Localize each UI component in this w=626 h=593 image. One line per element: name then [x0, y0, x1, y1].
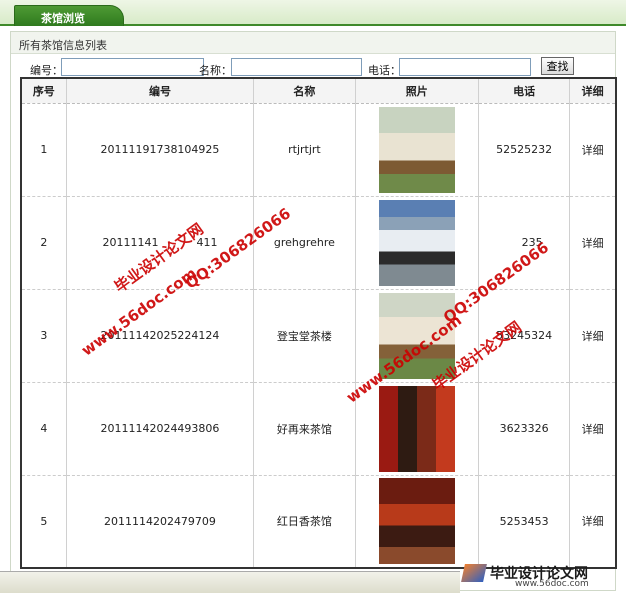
row-code-head: 20111141 [102, 236, 159, 249]
row-code: 20111191738104925 [66, 103, 255, 197]
row-seq: 4 [21, 382, 67, 476]
teahouse-courtyard-photo[interactable] [378, 106, 455, 193]
table-row: 5 2011114202479709 红日香茶馆 5253453 详细 [21, 475, 617, 569]
row-phone: 3623326 [478, 382, 571, 476]
id-label: 编号： [30, 64, 63, 77]
row-seq: 5 [21, 475, 67, 569]
panel-caption: 所有茶馆信息列表 [11, 32, 615, 54]
row-name: rtjrtjrt [253, 103, 356, 197]
row-code: 2011114202479709 [66, 475, 255, 569]
header-code: 编号 [66, 78, 255, 104]
teahouse-hall-red-photo[interactable] [378, 478, 455, 565]
logo-icon [461, 564, 487, 582]
row-photo-cell [355, 196, 480, 290]
bottom-status-bar [0, 571, 460, 593]
teahouse-interior-red-photo[interactable] [378, 385, 455, 472]
detail-link[interactable]: 详细 [569, 289, 617, 383]
id-search-input[interactable] [61, 58, 204, 76]
row-photo-cell [355, 103, 480, 197]
header-detail: 详细 [569, 78, 617, 104]
search-bar: 编号： 名称： 电话： 查找 [11, 56, 615, 78]
content-panel: 所有茶馆信息列表 编号： 名称： 电话： 查找 序号 编号 名称 照片 电话 详… [10, 31, 617, 591]
detail-link[interactable]: 详细 [569, 382, 617, 476]
row-seq: 1 [21, 103, 67, 197]
table-row: 2 20111141 411 grehgrehre 235 详细 [21, 196, 617, 290]
detail-link[interactable]: 详细 [569, 475, 617, 569]
tab-teahouse-browse[interactable]: 茶馆浏览 [14, 5, 124, 26]
row-name: 好再来茶馆 [253, 382, 356, 476]
row-name: 登宝堂茶楼 [253, 289, 356, 383]
table-row: 1 20111191738104925 rtjrtjrt 52525232 详细 [21, 103, 617, 197]
name-search-input[interactable] [231, 58, 362, 76]
phone-label: 电话： [368, 64, 401, 77]
detail-link[interactable]: 详细 [569, 103, 617, 197]
top-bar: 茶馆浏览 [0, 0, 626, 26]
row-phone: 52525232 [478, 103, 571, 197]
row-phone: 5253453 [478, 475, 571, 569]
table-header-row: 序号 编号 名称 照片 电话 详细 [21, 78, 617, 104]
row-photo-cell [355, 475, 480, 569]
name-label: 名称： [199, 64, 232, 77]
search-button[interactable]: 查找 [541, 57, 574, 75]
row-name: grehgrehre [253, 196, 356, 290]
logo-url: www.56doc.com [515, 579, 589, 589]
detail-link[interactable]: 详细 [569, 196, 617, 290]
header-name: 名称 [253, 78, 356, 104]
table-row: 4 20111142024493806 好再来茶馆 3623326 详细 [21, 382, 617, 476]
row-name: 红日香茶馆 [253, 475, 356, 569]
row-seq: 3 [21, 289, 67, 383]
row-code: 20111142024493806 [66, 382, 255, 476]
header-seq: 序号 [21, 78, 67, 104]
header-phone: 电话 [478, 78, 571, 104]
row-photo-cell [355, 382, 480, 476]
phone-search-input[interactable] [399, 58, 531, 76]
header-photo: 照片 [355, 78, 480, 104]
mountain-clouds-photo[interactable] [378, 199, 455, 286]
row-seq: 2 [21, 196, 67, 290]
